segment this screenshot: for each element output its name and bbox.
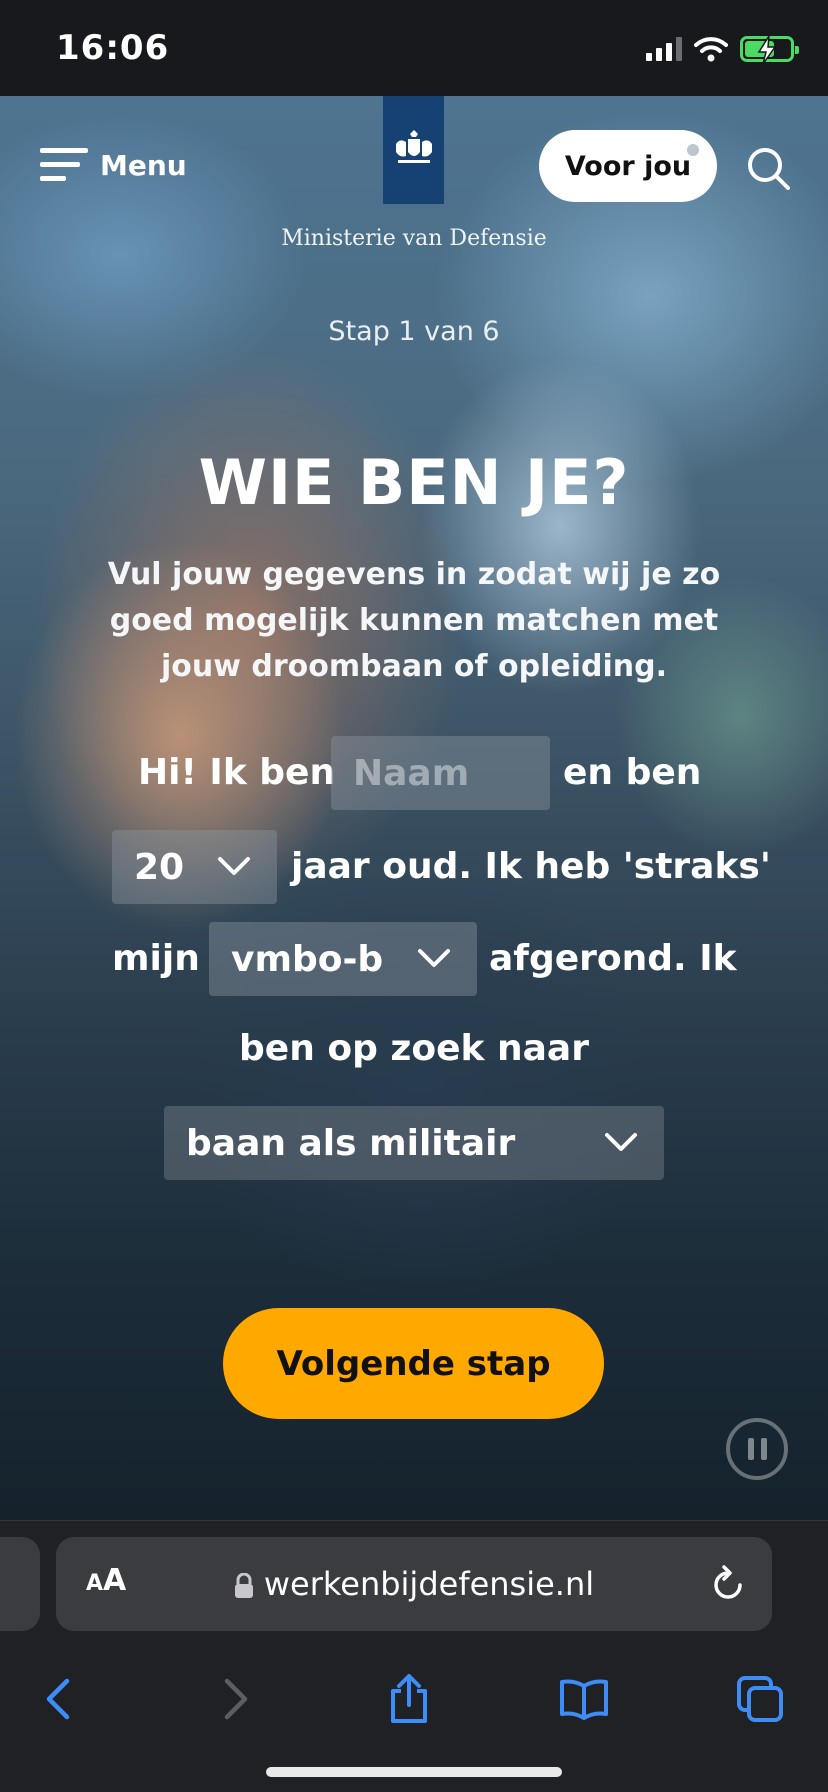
looking-for-value: baan als militair xyxy=(186,1122,516,1164)
status-icons xyxy=(646,34,799,65)
menu-button[interactable]: Menu xyxy=(40,148,187,182)
coat-of-arms-icon xyxy=(395,130,432,163)
chevron-down-icon xyxy=(218,857,250,875)
back-button[interactable] xyxy=(28,1669,88,1729)
voor-jou-button[interactable]: Voor jou xyxy=(539,130,717,202)
forward-icon xyxy=(224,1678,248,1720)
previous-tab[interactable] xyxy=(0,1537,40,1631)
url-text: werkenbijdefensie.nl xyxy=(263,1565,595,1603)
name-placeholder: Naam xyxy=(353,752,470,794)
bookmarks-button[interactable] xyxy=(554,1669,614,1729)
browser-toolbar xyxy=(0,1651,828,1751)
chevron-down-icon xyxy=(418,949,450,967)
home-indicator xyxy=(266,1767,562,1777)
menu-label: Menu xyxy=(100,148,187,182)
next-step-button[interactable]: Volgende stap xyxy=(223,1308,604,1419)
step-indicator: Stap 1 van 6 xyxy=(328,316,500,347)
form-text-en-ben: en ben xyxy=(563,752,702,793)
wifi-icon xyxy=(694,37,728,62)
page-title: WIE BEN JE? xyxy=(198,446,630,519)
pause-icon xyxy=(747,1438,754,1460)
education-select[interactable]: vmbo-b xyxy=(209,922,477,996)
battery-icon xyxy=(740,35,799,65)
tabs-icon xyxy=(737,1676,783,1722)
form-text-hi: Hi! Ik ben xyxy=(138,752,336,793)
hero-section: Menu Ministerie van Defensie Voor jou St… xyxy=(0,96,828,1520)
pause-video-button[interactable] xyxy=(726,1418,788,1480)
signal-icon xyxy=(646,37,682,61)
address-bar[interactable]: AA werkenbijdefensie.nl xyxy=(56,1537,772,1631)
education-value: vmbo-b xyxy=(231,938,384,980)
browser-chrome: AA werkenbijdefensie.nl xyxy=(0,1520,828,1792)
menu-icon xyxy=(40,148,88,182)
intro-text: Vul jouw gegevens in zodat wij je zo goe… xyxy=(107,557,721,684)
next-step-label: Volgende stap xyxy=(276,1343,551,1384)
age-value: 20 xyxy=(134,846,185,888)
form-text-jaar: jaar oud. Ik heb 'straks' xyxy=(291,846,771,887)
form-text-zoek: ben op zoek naar xyxy=(239,1028,589,1069)
voor-jou-label: Voor jou xyxy=(564,150,692,182)
age-select[interactable]: 20 xyxy=(112,830,277,904)
name-input[interactable]: Naam xyxy=(331,736,550,810)
tabs-button[interactable] xyxy=(730,1669,790,1729)
search-icon[interactable] xyxy=(746,146,790,190)
lock-icon xyxy=(234,1573,253,1598)
share-icon xyxy=(391,1674,427,1723)
status-bar: 16:06 xyxy=(0,0,828,96)
url-display[interactable]: werkenbijdefensie.nl xyxy=(56,1565,772,1603)
share-button[interactable] xyxy=(379,1669,439,1729)
ministry-name: Ministerie van Defensie xyxy=(281,226,547,251)
form-text-afgerond: afgerond. Ik xyxy=(489,938,737,979)
form-text-mijn: mijn xyxy=(112,938,200,979)
reload-icon[interactable] xyxy=(710,1565,746,1603)
notification-dot xyxy=(687,144,699,156)
chevron-down-icon xyxy=(605,1133,637,1151)
status-time: 16:06 xyxy=(56,28,170,68)
bookmarks-icon xyxy=(560,1679,608,1720)
government-logo[interactable] xyxy=(383,96,444,204)
forward-button[interactable] xyxy=(206,1669,266,1729)
back-icon xyxy=(46,1678,70,1720)
looking-for-select[interactable]: baan als militair xyxy=(164,1106,664,1180)
